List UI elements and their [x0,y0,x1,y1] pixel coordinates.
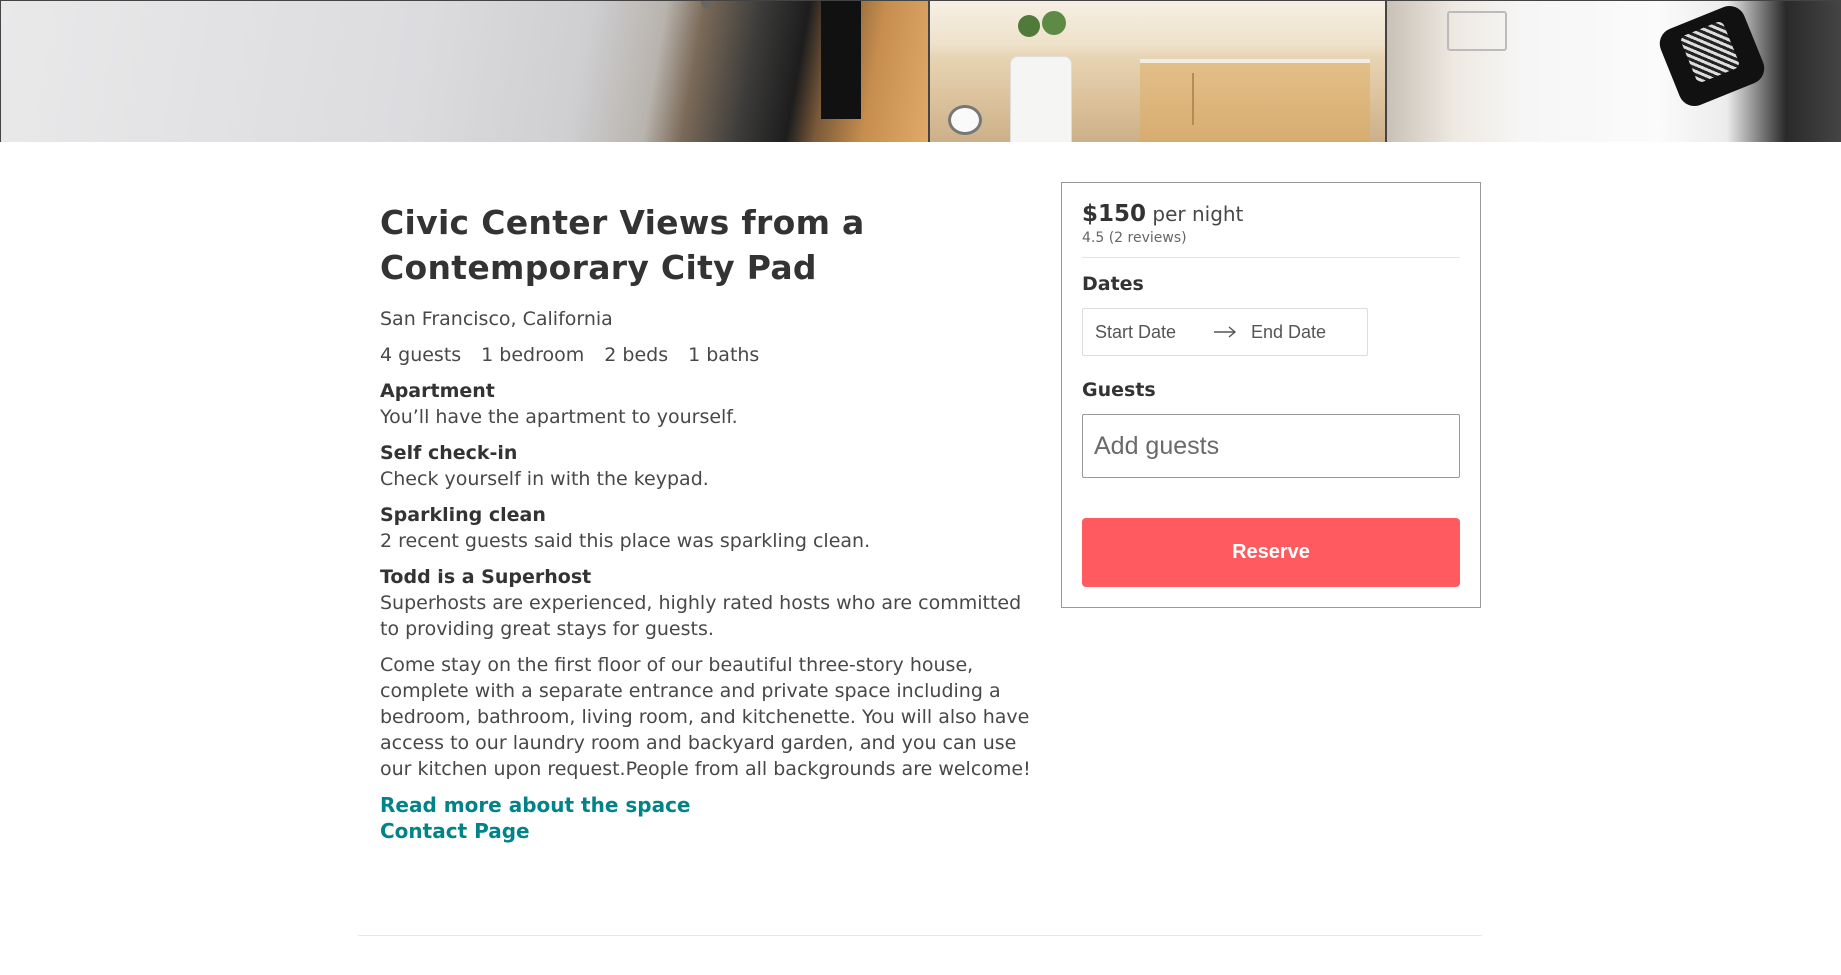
feature-desc: Superhosts are experienced, highly rated… [380,592,1022,640]
spec-bedrooms: 1 bedroom [481,344,585,366]
divider [1082,257,1460,258]
feature-title: Todd is a Superhost [380,566,592,588]
date-range-picker[interactable]: Start Date End Date [1082,308,1368,356]
guests-input[interactable] [1082,414,1460,478]
photo-bedroom[interactable] [1386,0,1841,142]
per-night-label: per night [1152,202,1244,226]
feature-apartment: Apartment You’ll have the apartment to y… [380,378,1040,430]
feature-desc: Check yourself in with the keypad. [380,468,709,490]
photo-gallery [0,0,1841,142]
feature-title: Sparkling clean [380,504,546,526]
read-more-link[interactable]: Read more about the space [380,792,1040,818]
spec-beds: 2 beds [604,344,669,366]
listing-specs: 4 guests 1 bedroom 2 beds 1 baths [380,342,1040,368]
photo-bathroom[interactable] [929,0,1386,142]
feature-self-check-in: Self check-in Check yourself in with the… [380,440,1040,492]
feature-title: Self check-in [380,442,518,464]
booking-card: $150 per night 4.5 (2 reviews) Dates Sta… [1061,182,1481,608]
guests-label: Guests [1082,379,1156,401]
start-date-input[interactable]: Start Date [1095,322,1213,343]
listing-description: Come stay on the first floor of our beau… [380,654,1031,780]
footer-divider [358,935,1482,936]
rating-summary: 4.5 (2 reviews) [1082,229,1460,247]
photo-bedroom-floor[interactable] [0,0,929,142]
price-row: $150 per night [1082,201,1460,227]
listing-title: Civic Center Views from a Contemporary C… [380,203,865,287]
listing-details: Civic Center Views from a Contemporary C… [380,200,1040,844]
nightly-price: $150 [1082,201,1147,227]
end-date-input[interactable]: End Date [1251,322,1326,343]
spec-guests: 4 guests [380,344,462,366]
review-count[interactable]: (2 reviews) [1109,230,1187,246]
reserve-button[interactable]: Reserve [1082,518,1460,587]
rating-value: 4.5 [1082,230,1105,246]
right-arrow-icon [1213,326,1243,338]
feature-desc: 2 recent guests said this place was spar… [380,530,871,552]
feature-superhost: Todd is a Superhost Superhosts are exper… [380,564,1040,642]
dates-label: Dates [1082,273,1144,295]
feature-sparkling-clean: Sparkling clean 2 recent guests said thi… [380,502,1040,554]
feature-title: Apartment [380,380,495,402]
spec-baths: 1 baths [688,344,760,366]
contact-page-link[interactable]: Contact Page [380,818,1040,844]
feature-desc: You’ll have the apartment to yourself. [380,406,738,428]
listing-location: San Francisco, California [380,308,613,330]
